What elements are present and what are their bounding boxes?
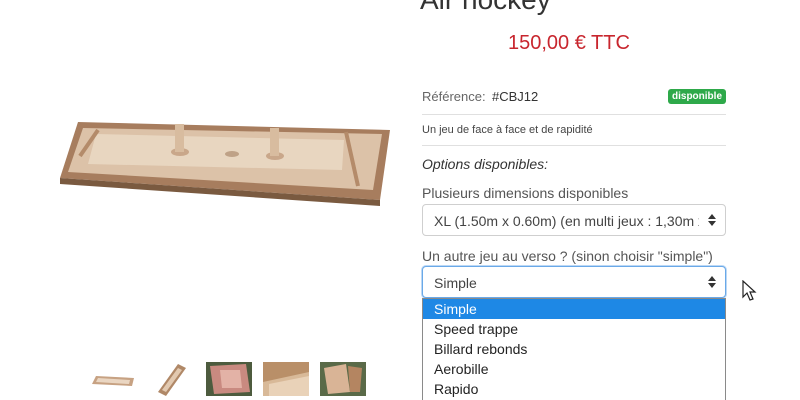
divider	[422, 145, 726, 146]
dimensions-select[interactable]: XL (1.50m x 0.60m) (en multi jeux : 1,30…	[422, 204, 726, 236]
availability-badge: disponible	[668, 89, 726, 104]
dimensions-label: Plusieurs dimensions disponibles	[422, 185, 629, 201]
thumbnail-4[interactable]	[263, 362, 309, 396]
dropdown-option-simple[interactable]: Simple	[423, 299, 725, 319]
product-main-image[interactable]	[50, 110, 400, 210]
divider	[422, 114, 726, 115]
product-description: Un jeu de face à face et de rapidité	[422, 124, 593, 136]
product-title: Air hockey	[420, 0, 551, 16]
dropdown-option-rapido[interactable]: Rapido	[423, 379, 725, 399]
select-arrows-icon	[708, 276, 716, 288]
product-price: 150,00 € TTC	[508, 32, 630, 54]
reference-value: #CBJ12	[492, 89, 539, 104]
dropdown-option-aerobille[interactable]: Aerobille	[423, 359, 725, 379]
dropdown-option-billard-rebonds[interactable]: Billard rebonds	[423, 339, 725, 359]
reference-row: Référence: #CBJ12 disponible	[422, 86, 726, 110]
verso-label: Un autre jeu au verso ? (sinon choisir "…	[422, 248, 713, 264]
thumbnail-1[interactable]	[90, 362, 136, 396]
thumbnail-5[interactable]	[320, 362, 366, 396]
verso-dropdown-list[interactable]: Simple Speed trappe Billard rebonds Aero…	[422, 298, 726, 400]
verso-select[interactable]: Simple	[422, 266, 726, 298]
options-title: Options disponibles:	[422, 156, 549, 172]
reference-label: Référence:	[422, 89, 486, 104]
select-arrows-icon	[708, 214, 716, 226]
thumbnail-2[interactable]	[150, 362, 196, 396]
dropdown-option-speed-trappe[interactable]: Speed trappe	[423, 319, 725, 339]
dimensions-select-value: XL (1.50m x 0.60m) (en multi jeux : 1,30…	[434, 213, 699, 229]
thumbnail-3[interactable]	[206, 362, 252, 396]
verso-select-value: Simple	[434, 275, 477, 291]
mouse-cursor-icon	[742, 280, 757, 301]
